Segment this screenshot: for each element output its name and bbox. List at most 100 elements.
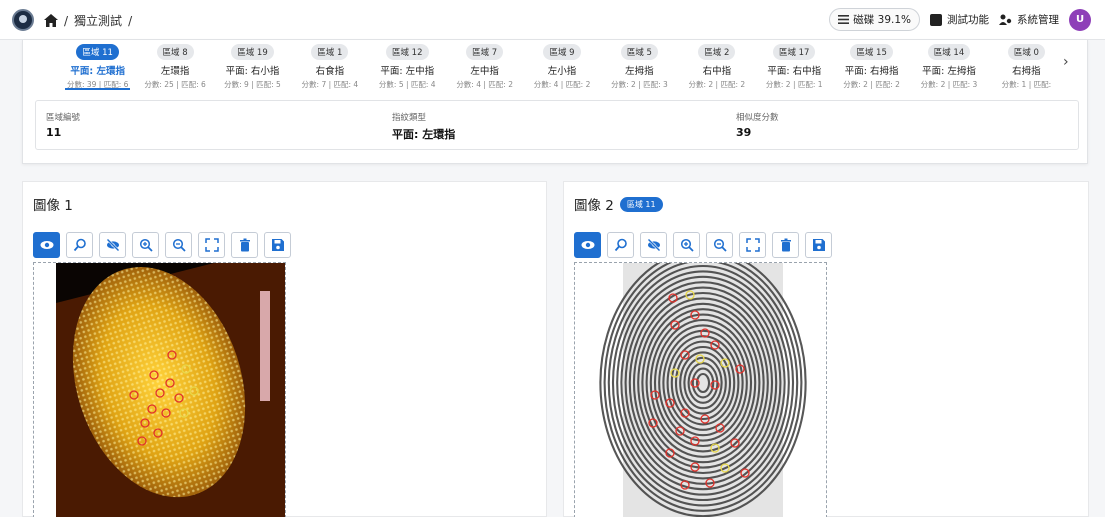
user-avatar[interactable]: U	[1069, 8, 1091, 31]
region-chip: 區域 11	[76, 44, 119, 60]
region-finger-name: 右拇指	[1012, 66, 1041, 77]
view-button[interactable]	[574, 232, 601, 258]
disk-usage-label: 磁碟 39.1%	[853, 14, 911, 26]
region-finger-name: 右食指	[315, 66, 345, 77]
region-score-stat: 分數: 7 | 匹配: 4	[301, 80, 359, 89]
region-finger-name: 平面: 左環指	[70, 66, 125, 77]
hide-button[interactable]	[99, 232, 126, 258]
region-score-stat: 分數: 25 | 匹配: 6	[144, 80, 206, 89]
region-tab[interactable]: 區域 19 平面: 右小指 分數: 9 | 匹配: 5	[214, 40, 291, 92]
region-number-value: 11	[46, 126, 62, 139]
system-admin-label: 系統管理	[1017, 14, 1059, 26]
region-chip: 區域 14	[927, 44, 971, 60]
zoom-out-icon	[172, 238, 186, 252]
fit-screen-button[interactable]	[198, 232, 225, 258]
trash-icon	[780, 238, 791, 252]
test-features-label: 測試功能	[947, 14, 989, 26]
region-chip: 區域 5	[620, 44, 658, 60]
delete-button[interactable]	[772, 232, 799, 258]
region-score-stat: 分數: 2 | 匹配: 3	[611, 80, 668, 89]
region-score-stat: 分數: 4 | 匹配: 2	[533, 80, 591, 89]
region-finger-name: 平面: 左拇指	[922, 66, 976, 77]
trash-icon	[239, 238, 250, 252]
view-button[interactable]	[33, 232, 60, 258]
region-chip: 區域 15	[850, 44, 893, 60]
zoom-in-button[interactable]	[132, 232, 159, 258]
region-tab[interactable]: 區域 12 平面: 左中指 分數: 5 | 匹配: 4	[369, 40, 446, 92]
admin-people-icon	[999, 14, 1012, 25]
fingerprint-image-1[interactable]	[34, 263, 286, 517]
zoom-out-icon	[713, 238, 727, 252]
image-1-canvas[interactable]	[33, 262, 286, 517]
region-tab[interactable]: 區域 9 左小指 分數: 4 | 匹配: 2	[523, 40, 600, 92]
region-finger-name: 平面: 右小指	[225, 66, 280, 77]
region-score-stat: 分數: 4 | 匹配: 2	[456, 80, 513, 89]
save-button[interactable]	[805, 232, 832, 258]
region-chip: 區域 19	[231, 44, 274, 60]
delete-button[interactable]	[231, 232, 258, 258]
image-2-panel: 圖像 2 區域 11	[563, 181, 1089, 517]
save-icon	[271, 239, 284, 251]
region-tab[interactable]: 區域 17 平面: 右中指 分數: 2 | 匹配: 1	[756, 40, 833, 92]
region-finger-name: 右中指	[702, 66, 732, 77]
region-score-stat: 分數: 2 | 匹配: 2	[688, 80, 746, 89]
image-1-panel: 圖像 1	[22, 181, 547, 517]
region-number-label: 區域編號	[46, 113, 81, 123]
image-2-toolbar	[574, 232, 832, 258]
region-tab[interactable]: 區域 5 左拇指分數: 2 | 匹配: 3	[601, 40, 678, 92]
breadcrumb-separator: /	[128, 13, 133, 28]
breadcrumb: / 獨立測試 /	[44, 12, 132, 29]
image-2-canvas[interactable]	[574, 262, 827, 517]
eye-off-icon	[647, 238, 660, 252]
fingerprint-type-value: 平面: 左環指	[392, 128, 456, 141]
zoom-out-button[interactable]	[165, 232, 192, 258]
eye-off-icon	[106, 238, 119, 252]
list-icon	[838, 15, 850, 24]
region-tab[interactable]: 區域 11 平面: 左環指 分數: 39 | 匹配: 6	[59, 40, 136, 92]
similarity-score-value: 39	[736, 126, 752, 139]
zoom-in-button[interactable]	[673, 232, 700, 258]
system-admin-menu[interactable]: 系統管理	[999, 12, 1059, 27]
region-tab[interactable]: 區域 14 平面: 左拇指 分數: 2 | 匹配: 3	[910, 40, 987, 92]
region-score-stat: 分數: 5 | 匹配: 4	[378, 80, 436, 89]
image-1-toolbar	[33, 232, 291, 258]
region-tab[interactable]: 區域 7 左中指 分數: 4 | 匹配: 2	[446, 40, 523, 92]
breadcrumb-separator: /	[64, 13, 69, 28]
fingerprint-image-2[interactable]	[575, 263, 827, 517]
save-button[interactable]	[264, 232, 291, 258]
region-finger-name: 左拇指	[625, 66, 654, 77]
region-chip: 區域 17	[772, 44, 816, 60]
test-features-menu[interactable]: 測試功能	[930, 12, 989, 27]
save-icon	[812, 239, 825, 251]
tabs-next-arrow-icon[interactable]: ›	[1063, 54, 1069, 70]
eye-icon	[40, 241, 53, 249]
fit-screen-button[interactable]	[739, 232, 766, 258]
region-chip: 區域 8	[156, 44, 194, 60]
region-finger-name: 左中指	[470, 66, 499, 77]
region-selector-card: 區域 11 平面: 左環指 分數: 39 | 匹配: 6 區域 8 左環指 分數: 25 …	[22, 40, 1088, 164]
region-tab[interactable]: 區域 8 左環指 分數: 25 | 匹配: 6	[136, 40, 213, 92]
region-score-stat: 分數: 2 | 匹配: 3	[920, 80, 978, 89]
fingerprint-type-label: 指紋類型	[392, 113, 427, 123]
app-logo-icon[interactable]	[12, 9, 34, 31]
region-score-stat: 分數: 2 | 匹配: 1	[765, 80, 823, 89]
similarity-score-label: 相似度分數	[736, 113, 779, 123]
disk-usage-indicator[interactable]: 磁碟 39.1%	[829, 8, 920, 31]
zoom-out-button[interactable]	[706, 232, 733, 258]
region-chip: 區域 0	[1007, 44, 1045, 60]
region-tab[interactable]: 區域 0 右拇指 分數: 1 | 匹配:	[988, 40, 1065, 92]
active-tab-indicator	[65, 88, 131, 90]
search-button[interactable]	[607, 232, 634, 258]
hide-button[interactable]	[640, 232, 667, 258]
region-tab[interactable]: 區域 1 右食指 分數: 7 | 匹配: 4	[291, 40, 368, 92]
region-score-stat: 分數: 9 | 匹配: 5	[224, 80, 281, 89]
expand-icon	[204, 238, 219, 252]
breadcrumb-current-page[interactable]: 獨立測試	[74, 12, 122, 29]
expand-icon	[745, 238, 760, 252]
region-chip: 區域 2	[698, 44, 736, 60]
region-tab[interactable]: 區域 15 平面: 右拇指 分數: 2 | 匹配: 2	[833, 40, 910, 92]
zoom-in-icon	[680, 238, 694, 252]
search-button[interactable]	[66, 232, 93, 258]
home-icon[interactable]	[44, 14, 58, 27]
region-tab[interactable]: 區域 2 右中指分數: 2 | 匹配: 2	[678, 40, 755, 92]
